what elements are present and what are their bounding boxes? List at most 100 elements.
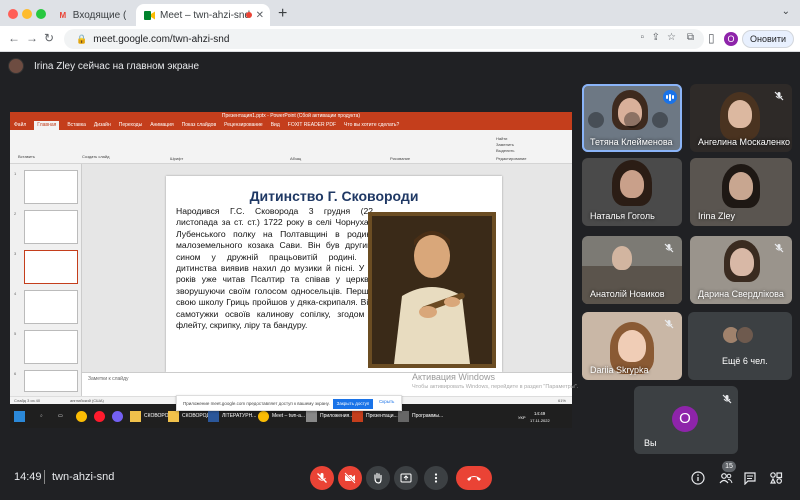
share-icon[interactable]: ⇪ (652, 32, 660, 43)
taskview-icon[interactable]: ▭ (58, 406, 63, 426)
hangup-icon (467, 476, 481, 481)
update-button[interactable]: Оновити (742, 30, 794, 48)
more-vert-icon (434, 473, 438, 483)
participant-name: Irina Zley (698, 211, 736, 221)
presenter-banner: Irina Zley сейчас на главном экране (8, 56, 792, 76)
sidebar-icon[interactable]: ▯ (708, 31, 715, 45)
address-bar[interactable]: 🔒 meet.google.com/twn-ahzi-snd ▫ ⇪ ☆ ⧉ (64, 29, 704, 49)
ribbon-tab[interactable]: Рецензирование (224, 121, 263, 130)
slide-thumbnail[interactable]: 2 (14, 210, 78, 244)
viber-icon[interactable] (112, 406, 126, 426)
taskbar-lang[interactable]: УКР (518, 407, 526, 427)
info-icon (691, 471, 705, 485)
people-icon (719, 473, 733, 484)
extensions-icon[interactable]: ⧉ (687, 32, 694, 43)
minimize-window-button[interactable] (22, 9, 32, 19)
windows-activation-title: Активация Windows (412, 372, 495, 382)
activities-button[interactable] (766, 468, 786, 488)
ribbon-find[interactable]: Найти (496, 136, 507, 141)
participant-avatar (736, 326, 754, 344)
slide-thumbnail[interactable]: 3 (14, 250, 78, 284)
bookmark-icon[interactable]: ☆ (667, 32, 676, 43)
close-tab-icon[interactable]: ✕ (256, 10, 264, 21)
participant-tile[interactable]: Dariia Skrypka (582, 312, 682, 380)
portrait-painting (368, 212, 496, 368)
maximize-window-button[interactable] (36, 9, 46, 19)
participant-tile[interactable]: Наталья Гоголь (582, 158, 682, 226)
camera-icon[interactable]: ▫ (640, 32, 644, 43)
speaking-indicator-icon (663, 90, 677, 104)
ribbon-select[interactable]: Выделить (496, 148, 514, 153)
participant-tile[interactable]: Дарина Свердлікова (690, 236, 792, 304)
tab-gmail[interactable]: M Входящие (79) - olhavyshnyk (50, 4, 134, 26)
profile-avatar[interactable]: O (724, 32, 738, 46)
slide-thumbnail[interactable]: 6 (14, 370, 78, 392)
ribbon-tab[interactable]: Файл (14, 121, 26, 130)
slide-thumbnail[interactable]: 5 (14, 330, 78, 364)
back-icon[interactable]: ← (8, 31, 20, 45)
camera-off-icon (344, 472, 356, 484)
participant-face (730, 248, 754, 276)
present-button[interactable] (394, 466, 418, 490)
ppt-workspace: 1 2 3 4 5 6 Дитинство Г. Сковороди Народ… (10, 164, 572, 396)
more-participants-tile[interactable]: Ещё 6 чел. (688, 312, 792, 380)
taskbar-item[interactable]: Программы... (398, 406, 443, 426)
slide-thumbnail[interactable]: 1 (14, 170, 78, 204)
pin-overlay-icon[interactable] (624, 112, 640, 128)
meeting-info-button[interactable] (688, 468, 708, 488)
ppt-ribbon-tabs: Файл Главная Вставка Дизайн Переходы Ани… (10, 121, 572, 130)
ribbon-tab[interactable]: Вид (271, 121, 280, 130)
ribbon-paste[interactable]: Вставить (18, 154, 35, 159)
leave-call-button[interactable] (456, 466, 492, 490)
raise-hand-button[interactable] (366, 466, 390, 490)
ribbon-tab[interactable]: FOXIT READER PDF (288, 121, 336, 130)
self-label: Вы (644, 438, 657, 448)
opera-icon[interactable] (94, 406, 108, 426)
close-window-button[interactable] (8, 9, 18, 19)
participant-tile[interactable]: Irina Zley (690, 158, 792, 226)
slide-thumbnail[interactable]: 4 (14, 290, 78, 324)
ribbon-tab[interactable]: Переходы (119, 121, 142, 130)
participant-tile[interactable]: Анатолій Новиков (582, 236, 682, 304)
ribbon-tab[interactable]: Главная (34, 121, 60, 130)
more-overlay-icon[interactable] (652, 112, 668, 128)
ribbon-tab[interactable]: Что вы хотите сделать? (344, 121, 399, 130)
meeting-code: twn-ahzi-snd (52, 471, 115, 483)
windows-start-icon[interactable] (14, 406, 28, 426)
mic-off-icon (772, 241, 786, 255)
browser-tab-bar: M Входящие (79) - olhavyshnyk Meet – twn… (0, 0, 800, 26)
chrome-icon[interactable] (76, 406, 90, 426)
forward-icon[interactable]: → (26, 31, 38, 45)
search-icon[interactable]: ⌕ (40, 406, 43, 426)
new-tab-button[interactable]: + (278, 5, 287, 23)
camera-toggle-button[interactable] (338, 466, 362, 490)
ribbon-tab[interactable]: Показ слайдов (182, 121, 216, 130)
reload-icon[interactable]: ↻ (44, 31, 54, 45)
mic-toggle-button[interactable] (310, 466, 334, 490)
slide-canvas[interactable]: Дитинство Г. Сковороди Народився Г.С. Ск… (166, 176, 502, 372)
chevron-down-icon[interactable]: ⌄ (782, 6, 790, 17)
ribbon-replace[interactable]: Заменить (496, 142, 514, 147)
meeting-controls-bar: 14:49 twn-ahzi-snd 15 (0, 458, 800, 500)
mute-overlay-icon[interactable] (588, 112, 604, 128)
browser-toolbar: ← → ↻ 🔒 meet.google.com/twn-ahzi-snd ▫ ⇪… (0, 26, 800, 52)
share-notice-text: Приложение meet.google.com предоставляет… (183, 400, 330, 406)
present-icon (400, 473, 412, 483)
hide-notice-link[interactable]: Скрыть (379, 399, 394, 404)
screen-share-notice: Приложение meet.google.com предоставляет… (176, 395, 402, 411)
more-options-button[interactable] (424, 466, 448, 490)
self-tile[interactable]: O Вы (634, 386, 738, 454)
slide-thumbnails: 1 2 3 4 5 6 (10, 164, 82, 396)
participants-count-badge: 15 (722, 461, 736, 472)
ribbon-tab[interactable]: Дизайн (94, 121, 111, 130)
ribbon-new-slide[interactable]: Создать слайд (82, 154, 109, 159)
stop-sharing-button[interactable]: Закрыть доступ (333, 399, 373, 409)
tab-meet[interactable]: Meet – twn-ahzi-snd ✕ (136, 4, 270, 26)
participant-tile[interactable]: Тетяна Клейменова (582, 84, 682, 152)
ribbon-tab[interactable]: Вставка (67, 121, 86, 130)
ribbon-tab[interactable]: Анимация (150, 121, 173, 130)
notes-placeholder: Заметки к слайду (88, 376, 129, 382)
participant-tile[interactable]: Ангелина Москаленко (690, 84, 792, 152)
ribbon-paragraph: Абзац (290, 156, 302, 161)
chat-button[interactable] (740, 468, 760, 488)
